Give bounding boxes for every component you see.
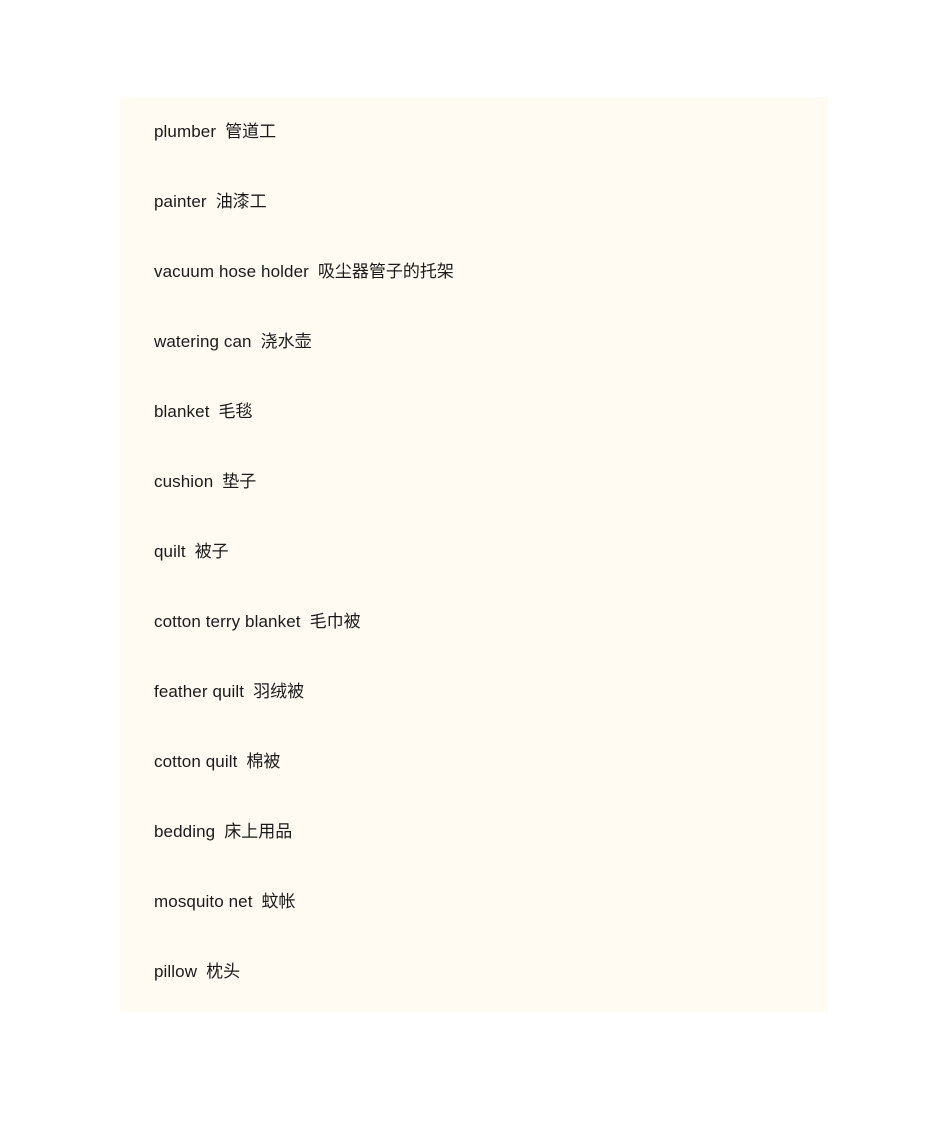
term-english: feather quilt — [154, 682, 245, 701]
term-english: painter — [154, 192, 207, 211]
list-item: bedding 床上用品 — [120, 797, 828, 867]
list-item: watering can 浇水壶 — [120, 307, 828, 377]
list-item: cushion 垫子 — [120, 447, 828, 517]
term-chinese: 油漆工 — [215, 192, 267, 212]
term-chinese: 毛毯 — [218, 402, 253, 422]
term-english: bedding — [154, 822, 216, 841]
term-chinese: 垫子 — [222, 472, 257, 492]
list-item: cotton terry blanket 毛巾被 — [120, 587, 828, 657]
term-english: cushion — [154, 472, 214, 491]
list-item: plumber 管道工 — [120, 97, 828, 167]
list-item: pillow 枕头 — [120, 937, 828, 1007]
term-english: vacuum hose holder — [154, 262, 309, 281]
term-chinese: 床上用品 — [224, 822, 293, 842]
term-english: blanket — [154, 402, 210, 421]
list-item: vacuum hose holder 吸尘器管子的托架 — [120, 237, 828, 307]
term-chinese: 浇水壶 — [260, 332, 312, 352]
term-english: quilt — [154, 542, 186, 561]
term-chinese: 吸尘器管子的托架 — [317, 262, 454, 282]
term-english: cotton terry blanket — [154, 612, 301, 631]
list-item: blanket 毛毯 — [120, 377, 828, 447]
list-item: painter 油漆工 — [120, 167, 828, 237]
list-item: mosquito net 蚊帐 — [120, 867, 828, 937]
vocabulary-panel: plumber 管道工 painter 油漆工 vacuum hose holder… — [120, 97, 828, 1012]
term-english: watering can — [154, 332, 252, 351]
list-item: quilt 被子 — [120, 517, 828, 587]
term-english: plumber — [154, 122, 217, 141]
term-chinese: 蚊帐 — [261, 892, 296, 912]
term-chinese: 被子 — [194, 542, 229, 562]
term-chinese: 羽绒被 — [253, 682, 305, 702]
term-chinese: 管道工 — [225, 122, 277, 142]
term-english: pillow — [154, 962, 198, 981]
vocabulary-list: plumber 管道工 painter 油漆工 vacuum hose holder… — [120, 97, 828, 1007]
list-item: cotton quilt 棉被 — [120, 727, 828, 797]
list-item: feather quilt 羽绒被 — [120, 657, 828, 727]
term-english: cotton quilt — [154, 752, 238, 771]
term-chinese: 棉被 — [246, 752, 281, 772]
term-chinese: 枕头 — [206, 962, 241, 982]
term-chinese: 毛巾被 — [309, 612, 361, 632]
term-english: mosquito net — [154, 892, 253, 911]
